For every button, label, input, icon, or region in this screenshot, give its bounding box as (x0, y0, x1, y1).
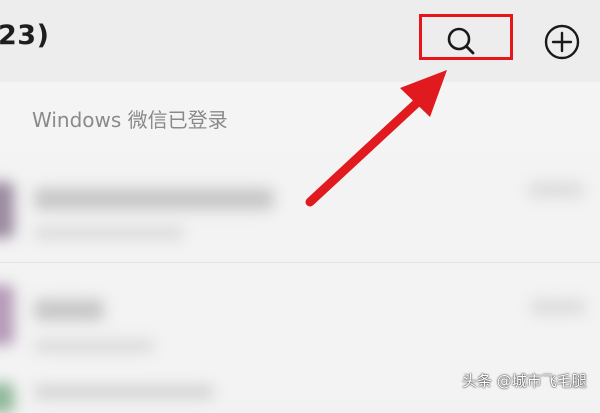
plus-circle-icon (544, 24, 580, 60)
chat-list-item[interactable] (0, 263, 600, 373)
top-bar: 23) (0, 0, 600, 82)
chat-list-item[interactable] (0, 152, 600, 262)
add-button[interactable] (540, 22, 584, 62)
login-status-text: Windows 微信已登录 (32, 108, 228, 132)
chat-time (528, 182, 584, 198)
chat-name (34, 188, 274, 210)
chat-time (530, 299, 586, 315)
chat-name (34, 299, 104, 321)
chat-preview (34, 226, 184, 240)
chat-count-title: 23) (0, 20, 50, 51)
chat-name (34, 385, 214, 399)
search-icon (447, 27, 475, 55)
avatar (0, 285, 14, 345)
avatar (0, 383, 14, 413)
watermark: 头条 @城市飞毛腿 (462, 372, 587, 390)
avatar (0, 182, 14, 238)
chat-preview (34, 339, 154, 353)
search-button[interactable] (438, 22, 484, 60)
